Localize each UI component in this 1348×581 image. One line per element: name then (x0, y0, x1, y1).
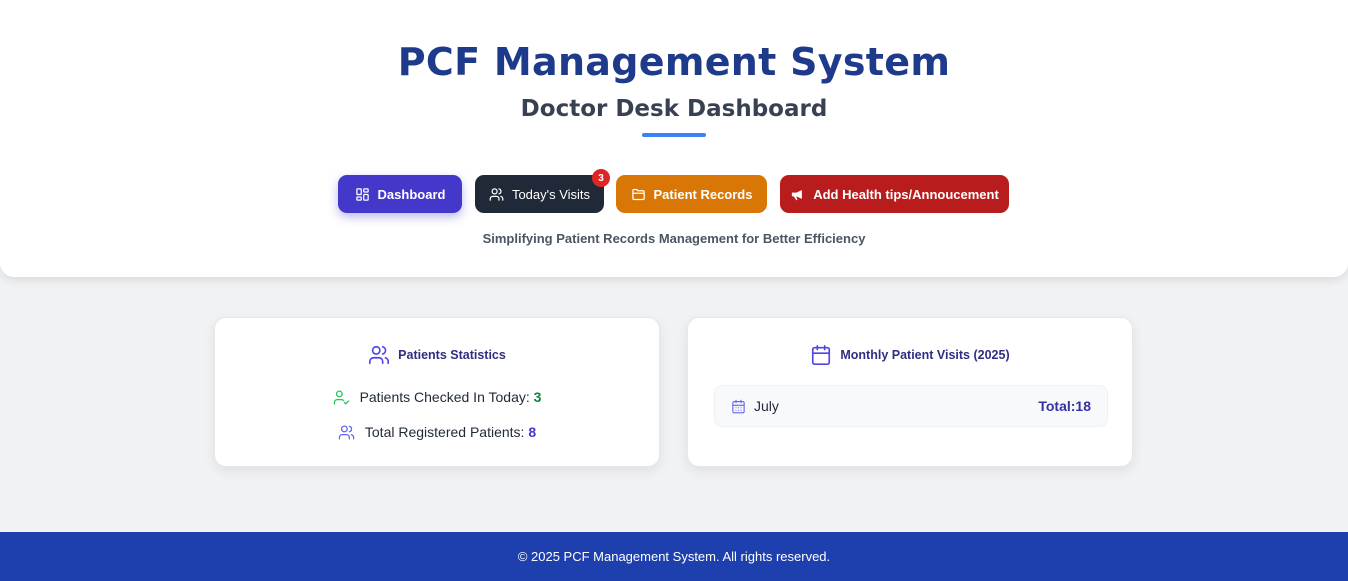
total-registered-label: Total Registered Patients: (364, 424, 525, 440)
month-total: Total:18 (1038, 398, 1091, 414)
dashboard-button[interactable]: Dashboard (338, 175, 462, 213)
month-name: July (754, 398, 779, 414)
checked-in-row: Patients Checked In Today: 3 (215, 387, 659, 407)
patients-statistics-header: Patients Statistics (215, 343, 659, 367)
title-underline (642, 133, 706, 137)
patients-statistics-title: Patients Statistics (398, 348, 506, 362)
header-card: PCF Management System Doctor Desk Dashbo… (0, 0, 1348, 277)
todays-visits-badge: 3 (592, 169, 610, 187)
total-registered-text: Total Registered Patients: 8 (365, 424, 536, 440)
users-icon (338, 424, 355, 440)
calendar-icon (732, 399, 745, 413)
total-registered-value: 8 (528, 424, 537, 440)
page-title: PCF Management System (397, 40, 951, 84)
monthly-visits-title: Monthly Patient Visits (2025) (840, 348, 1010, 362)
footer: © 2025 PCF Management System. All rights… (0, 532, 1348, 581)
calendar-icon (812, 345, 831, 365)
patient-records-button[interactable]: Patient Records (616, 175, 767, 213)
user-check-icon (333, 389, 349, 405)
monthly-visits-header: Monthly Patient Visits (2025) (688, 343, 1132, 367)
add-health-tips-button[interactable]: Add Health tips/Annoucement (780, 175, 1009, 213)
total-registered-row: Total Registered Patients: 8 (215, 422, 659, 442)
users-icon (369, 345, 390, 365)
checked-in-text: Patients Checked In Today: 3 (360, 389, 542, 405)
monthly-visits-card: Monthly Patient Visits (2025) July Total… (687, 317, 1133, 467)
users-icon (489, 187, 504, 201)
checked-in-label: Patients Checked In Today: (359, 389, 530, 405)
grid-icon (355, 187, 369, 201)
footer-text: © 2025 PCF Management System. All rights… (517, 549, 831, 564)
tagline: Simplifying Patient Records Management f… (482, 231, 866, 246)
megaphone-icon (792, 189, 803, 200)
page-subtitle: Doctor Desk Dashboard (520, 96, 828, 122)
todays-visits-button[interactable]: Today's Visits (475, 175, 604, 213)
patient-records-button-label: Patient Records (653, 186, 753, 202)
patients-statistics-card: Patients Statistics Patients Checked In … (214, 317, 660, 467)
add-health-tips-button-label: Add Health tips/Annoucement (813, 186, 999, 202)
todays-visits-button-label: Today's Visits (511, 186, 591, 202)
month-visit-row: July Total:18 (714, 385, 1108, 427)
folder-icon (631, 188, 645, 200)
dashboard-button-label: Dashboard (377, 186, 446, 202)
nav-bar: Dashboard Today's Visits Patient Records… (0, 175, 1348, 213)
checked-in-value: 3 (533, 389, 542, 405)
